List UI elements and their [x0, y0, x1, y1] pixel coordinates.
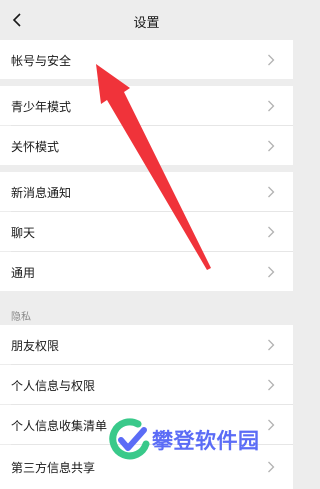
section-label-privacy: 隐私: [11, 312, 31, 323]
chevron-right-icon: [268, 186, 275, 198]
settings-item-label: 关怀模式: [11, 140, 60, 154]
settings-item-label: 帐号与安全: [11, 54, 72, 68]
chevron-right-icon: [268, 226, 275, 238]
settings-item-label: 聊天: [11, 226, 36, 240]
chevron-right-icon: [268, 339, 275, 351]
nav-bar: 设置: [0, 0, 293, 40]
settings-item-info-collection-list[interactable]: 个人信息收集清单: [0, 405, 293, 444]
settings-item-general[interactable]: 通用: [0, 252, 293, 291]
settings-item-notifications[interactable]: 新消息通知: [0, 172, 293, 211]
settings-item-account-security[interactable]: 帐号与安全: [0, 40, 293, 79]
settings-item-label: 第三方信息共享: [11, 461, 96, 475]
chevron-right-icon: [268, 140, 275, 152]
chevron-right-icon: [268, 461, 275, 473]
settings-item-label: 朋友权限: [11, 339, 60, 353]
settings-item-label: 个人信息收集清单: [11, 419, 108, 433]
settings-item-third-party-sharing[interactable]: 第三方信息共享: [0, 445, 293, 489]
settings-item-chat[interactable]: 聊天: [0, 212, 293, 251]
settings-item-teen-mode[interactable]: 青少年模式: [0, 86, 293, 125]
chevron-right-icon: [268, 266, 275, 278]
page-title: 设置: [133, 16, 160, 31]
settings-item-label: 通用: [11, 266, 36, 280]
chevron-right-icon: [268, 419, 275, 431]
chevron-right-icon: [268, 100, 275, 112]
chevron-right-icon: [268, 379, 275, 391]
settings-item-personal-info-permissions[interactable]: 个人信息与权限: [0, 365, 293, 404]
settings-item-label: 新消息通知: [11, 186, 72, 200]
settings-item-label: 个人信息与权限: [11, 379, 96, 393]
settings-item-friend-permissions[interactable]: 朋友权限: [0, 325, 293, 364]
settings-item-care-mode[interactable]: 关怀模式: [0, 126, 293, 165]
chevron-right-icon: [268, 54, 275, 66]
settings-item-label: 青少年模式: [11, 100, 72, 114]
